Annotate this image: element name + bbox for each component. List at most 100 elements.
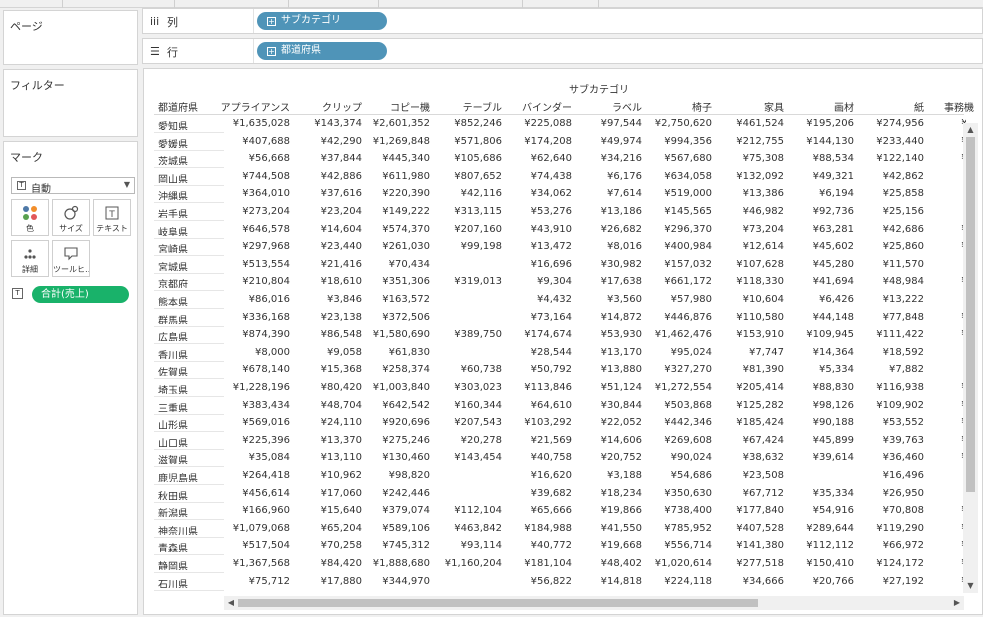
table-cell[interactable]: ¥23,508 (743, 470, 784, 481)
table-cell[interactable]: ¥66,972 (883, 540, 924, 551)
table-cell[interactable]: ¥49,974 (601, 136, 642, 147)
table-cell[interactable]: ¥17,638 (601, 276, 642, 287)
crosstab-view[interactable]: サブカテゴリ 都道府県 アプライアンス クリップ コピー機 テーブル バインダー ラベル 椅… (143, 68, 983, 615)
table-cell[interactable]: ¥661,172 (664, 276, 712, 287)
table-cell[interactable]: ¥634,058 (664, 171, 712, 182)
table-cell[interactable]: ¥74,438 (531, 171, 572, 182)
table-cell[interactable]: ¥785,952 (664, 523, 712, 534)
size-button[interactable]: サイズ (52, 199, 90, 236)
table-cell[interactable]: ¥110,580 (736, 312, 784, 323)
table-cell[interactable]: ¥37,844 (321, 153, 362, 164)
table-cell[interactable]: ¥463,842 (454, 523, 502, 534)
table-cell[interactable]: ¥273,204 (242, 206, 290, 217)
table-cell[interactable]: ¥744,508 (242, 171, 290, 182)
table-cell[interactable]: ¥23,204 (321, 206, 362, 217)
table-cell[interactable]: ¥3,846 (327, 294, 362, 305)
table-cell[interactable]: ¥51,124 (601, 382, 642, 393)
table-cell[interactable]: ¥103,292 (524, 417, 572, 428)
row-label[interactable]: 石川県 (158, 576, 228, 588)
table-cell[interactable]: ¥153,910 (736, 329, 784, 340)
row-label[interactable]: 宮城県 (158, 259, 228, 271)
table-cell[interactable]: ¥45,280 (813, 259, 854, 270)
table-cell[interactable]: ¥15,368 (321, 364, 362, 375)
table-cell[interactable]: ¥18,592 (883, 347, 924, 358)
table-cell[interactable]: ¥90,024 (671, 452, 712, 463)
table-cell[interactable]: ¥327,270 (664, 364, 712, 375)
table-cell[interactable]: ¥57,980 (671, 294, 712, 305)
table-cell[interactable]: ¥25,156 (883, 206, 924, 217)
table-cell[interactable]: ¥6,426 (819, 294, 854, 305)
table-cell[interactable]: ¥98,820 (389, 470, 430, 481)
table-cell[interactable]: ¥45,899 (813, 435, 854, 446)
table-cell[interactable]: ¥141,380 (736, 540, 784, 551)
row-label[interactable]: 秋田県 (158, 488, 228, 500)
columns-shelf[interactable]: iii 列 + サブカテゴリ (142, 8, 983, 34)
row-label[interactable]: 神奈川県 (158, 523, 228, 535)
table-cell[interactable]: ¥73,164 (531, 312, 572, 323)
table-cell[interactable]: ¥14,604 (321, 224, 362, 235)
table-cell[interactable]: ¥1,079,068 (233, 523, 290, 534)
table-cell[interactable]: ¥90,188 (813, 417, 854, 428)
table-cell[interactable]: ¥13,110 (321, 452, 362, 463)
column-header[interactable]: テーブル (463, 99, 502, 114)
table-cell[interactable]: ¥112,112 (806, 540, 854, 551)
table-cell[interactable]: ¥264,418 (242, 470, 290, 481)
table-cell[interactable]: ¥517,504 (242, 540, 290, 551)
table-cell[interactable]: ¥109,945 (806, 329, 854, 340)
table-cell[interactable]: ¥313,115 (454, 206, 502, 217)
row-label[interactable]: 沖縄県 (158, 188, 228, 200)
column-header[interactable]: クリップ (322, 99, 362, 114)
table-cell[interactable]: ¥6,176 (607, 171, 642, 182)
table-cell[interactable]: ¥589,106 (382, 523, 430, 534)
prefecture-pill[interactable]: + 都道府県 (257, 42, 387, 60)
table-cell[interactable]: ¥160,344 (454, 400, 502, 411)
table-cell[interactable]: ¥39,614 (813, 452, 854, 463)
row-label[interactable]: 三重県 (158, 400, 228, 412)
table-cell[interactable]: ¥275,246 (382, 435, 430, 446)
table-cell[interactable]: ¥461,524 (736, 118, 784, 129)
table-cell[interactable]: ¥92,736 (813, 206, 854, 217)
table-cell[interactable]: ¥224,118 (664, 576, 712, 587)
table-cell[interactable]: ¥54,916 (813, 505, 854, 516)
row-label[interactable]: 京都府 (158, 276, 228, 288)
table-cell[interactable]: ¥41,694 (813, 276, 854, 287)
table-cell[interactable]: ¥220,390 (382, 188, 430, 199)
table-cell[interactable]: ¥77,848 (883, 312, 924, 323)
table-cell[interactable]: ¥43,910 (531, 224, 572, 235)
table-cell[interactable]: ¥16,620 (531, 470, 572, 481)
row-label[interactable]: 茨城県 (158, 153, 228, 165)
table-cell[interactable]: ¥269,608 (664, 435, 712, 446)
table-cell[interactable]: ¥14,872 (601, 312, 642, 323)
table-cell[interactable]: ¥35,084 (249, 452, 290, 463)
table-cell[interactable]: ¥13,386 (743, 188, 784, 199)
mark-type-dropdown[interactable]: T 自動 ▼ (11, 177, 135, 195)
table-cell[interactable]: ¥73,204 (743, 224, 784, 235)
table-cell[interactable]: ¥95,024 (671, 347, 712, 358)
table-cell[interactable]: ¥42,862 (883, 171, 924, 182)
expand-plus-icon[interactable]: + (267, 17, 276, 26)
sum-sales-pill[interactable]: 合計(売上) (32, 286, 129, 303)
table-cell[interactable]: ¥678,140 (242, 364, 290, 375)
table-cell[interactable]: ¥177,840 (736, 505, 784, 516)
table-cell[interactable]: ¥14,818 (601, 576, 642, 587)
table-cell[interactable]: ¥132,092 (736, 171, 784, 182)
table-cell[interactable]: ¥2,750,620 (655, 118, 712, 129)
column-header[interactable]: 画材 (834, 99, 854, 114)
table-cell[interactable]: ¥18,610 (321, 276, 362, 287)
table-cell[interactable]: ¥13,472 (531, 241, 572, 252)
table-cell[interactable]: ¥807,652 (454, 171, 502, 182)
table-cell[interactable]: ¥98,126 (813, 400, 854, 411)
table-cell[interactable]: ¥26,950 (883, 488, 924, 499)
table-cell[interactable]: ¥107,628 (736, 259, 784, 270)
row-label[interactable]: 群馬県 (158, 312, 228, 324)
table-cell[interactable]: ¥1,462,476 (655, 329, 712, 340)
table-cell[interactable]: ¥1,888,680 (373, 558, 430, 569)
table-cell[interactable]: ¥39,682 (531, 488, 572, 499)
table-cell[interactable]: ¥9,304 (537, 276, 572, 287)
table-cell[interactable]: ¥13,170 (601, 347, 642, 358)
scroll-right-icon[interactable]: ▶ (950, 596, 964, 610)
table-cell[interactable]: ¥111,422 (876, 329, 924, 340)
color-button[interactable]: 色 (11, 199, 49, 236)
table-cell[interactable]: ¥119,290 (876, 523, 924, 534)
table-cell[interactable]: ¥67,712 (743, 488, 784, 499)
